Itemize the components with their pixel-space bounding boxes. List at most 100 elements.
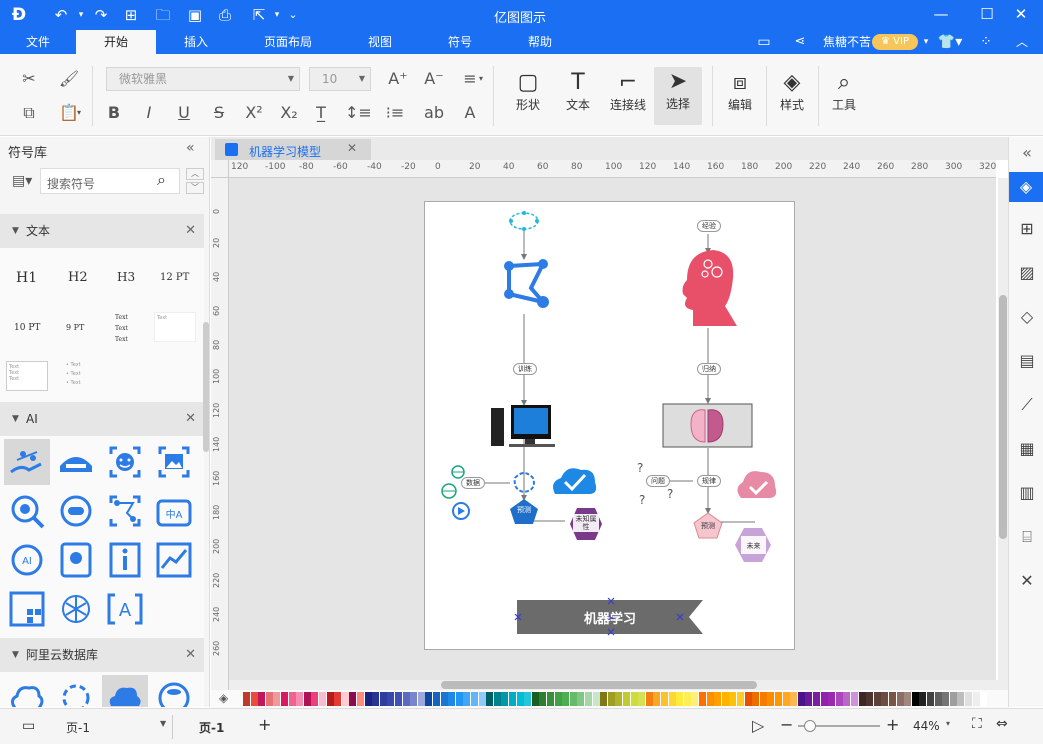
italic-icon[interactable]: I [137, 102, 161, 126]
ai-link-icon[interactable] [53, 488, 99, 534]
color-swatch[interactable] [387, 692, 395, 706]
label-rule[interactable]: 规律 [697, 475, 721, 487]
color-swatch[interactable] [372, 692, 380, 706]
aliyun-network-icon[interactable] [53, 675, 99, 707]
color-swatch[interactable] [562, 692, 570, 706]
color-swatch[interactable] [440, 692, 448, 706]
ai-chart-icon[interactable] [151, 537, 197, 583]
color-swatch[interactable] [448, 692, 456, 706]
add-page-button[interactable]: + [258, 715, 271, 734]
color-swatch[interactable] [691, 692, 699, 706]
label-unknown[interactable]: 未知属性 [573, 515, 599, 531]
expand-panel-icon[interactable]: « [1015, 141, 1039, 165]
diagram-page[interactable]: ? ? ? 训练 数据 预测 未知属性 经验 归纳 问题 规律 预测 未来 机器… [424, 201, 795, 650]
fill-style-icon[interactable]: ◈ [1009, 172, 1043, 202]
graph-node-icon[interactable] [507, 261, 547, 304]
table-icon[interactable]: ▦ [1015, 437, 1039, 461]
vertical-scrollbar-thumb[interactable] [999, 295, 1007, 539]
color-swatch[interactable] [919, 692, 927, 706]
computer-icon[interactable] [491, 405, 555, 447]
text-case-icon[interactable]: ab [422, 102, 446, 126]
print-icon[interactable]: ⎙ [214, 5, 236, 25]
ai-network-icon[interactable] [53, 586, 99, 632]
color-swatch[interactable] [547, 692, 554, 706]
color-swatch[interactable] [797, 692, 805, 706]
color-swatch[interactable] [501, 692, 509, 706]
video-icon[interactable] [452, 502, 470, 520]
color-swatch[interactable] [911, 692, 919, 706]
pink-cloud-check-icon[interactable] [737, 471, 777, 498]
color-swatch[interactable] [927, 692, 934, 706]
color-swatch[interactable] [934, 692, 942, 706]
color-swatch[interactable] [630, 692, 638, 706]
search-input[interactable]: 搜索符号 ⌕ [40, 168, 180, 194]
color-swatch[interactable] [410, 692, 418, 706]
color-swatch[interactable] [767, 692, 775, 706]
font-size-select[interactable]: 10 ▼ [309, 67, 371, 91]
color-swatch[interactable] [813, 692, 820, 706]
share-icon[interactable]: ⋖ [790, 30, 810, 54]
menu-start[interactable]: 开始 [76, 30, 156, 54]
color-swatch[interactable] [417, 692, 425, 706]
aliyun-database-icon[interactable] [151, 675, 197, 707]
color-swatch[interactable] [273, 692, 281, 706]
close-section-icon[interactable]: ✕ [185, 402, 196, 436]
color-swatch[interactable] [364, 692, 372, 706]
user-name[interactable]: 焦糖不苦 [820, 30, 874, 54]
page-tab[interactable]: 页-1 [199, 719, 224, 736]
save-icon[interactable]: ▣ [184, 5, 206, 25]
color-swatch[interactable] [714, 692, 722, 706]
ai-translate-tv-icon[interactable]: 中A [151, 488, 197, 534]
label-training[interactable]: 训练 [513, 363, 537, 375]
style-button[interactable]: ◈ 样式 [770, 68, 814, 112]
bullet-list-icon[interactable]: ⁝≡ [383, 102, 407, 126]
color-swatch[interactable] [752, 692, 760, 706]
color-swatch[interactable] [296, 692, 304, 706]
color-swatch[interactable] [592, 692, 600, 706]
align-dropdown-icon[interactable]: ▾ [476, 68, 486, 92]
color-swatch[interactable] [243, 692, 250, 706]
font-color-icon[interactable]: A [458, 102, 482, 126]
ai-dashboard-icon[interactable] [4, 586, 50, 632]
line-spacing-icon[interactable]: ↕≡ [345, 102, 372, 126]
zoom-out-button[interactable]: − [780, 715, 793, 734]
close-section-icon[interactable]: ✕ [185, 214, 196, 248]
color-swatch[interactable] [653, 692, 661, 706]
color-swatch[interactable] [554, 692, 562, 706]
connector-button[interactable]: ⌐ 连接线 [606, 68, 650, 112]
select-button[interactable]: ➤ 选择 [654, 67, 702, 125]
color-swatch[interactable] [258, 692, 266, 706]
search-icon[interactable]: ⌕ [157, 170, 166, 190]
color-swatch[interactable] [904, 692, 912, 706]
aliyun-cloud-upload-icon[interactable] [102, 675, 148, 707]
color-swatch[interactable] [896, 692, 904, 706]
scroll-up-icon[interactable]: ︿ [186, 168, 204, 180]
close-section-icon[interactable]: ✕ [185, 638, 196, 672]
color-swatch[interactable] [349, 692, 357, 706]
zoom-slider-thumb[interactable] [804, 720, 816, 732]
color-swatch[interactable] [980, 692, 988, 706]
subscript-icon[interactable]: X₂ [277, 102, 301, 126]
color-swatch[interactable] [615, 692, 623, 706]
color-swatch[interactable] [524, 692, 532, 706]
undo-icon[interactable]: ↶ [50, 5, 72, 25]
color-swatch[interactable] [319, 692, 326, 706]
color-swatch[interactable] [311, 692, 319, 706]
color-swatch[interactable] [972, 692, 980, 706]
color-swatch[interactable] [395, 692, 402, 706]
shape-button[interactable]: ▢ 形状 [506, 68, 550, 112]
label-induction[interactable]: 归纳 [697, 363, 721, 375]
color-swatch[interactable] [265, 692, 273, 706]
underline-icon[interactable]: U [172, 102, 196, 126]
close-button[interactable]: ✕ [998, 0, 1043, 30]
color-swatch[interactable] [820, 692, 828, 706]
menu-page-layout[interactable]: 页面布局 [250, 30, 326, 54]
library-menu-icon[interactable]: ▤▾ [12, 173, 32, 189]
color-swatch[interactable] [569, 692, 577, 706]
symbols-grid-icon[interactable]: ⊞ [1015, 217, 1039, 241]
color-swatch[interactable] [873, 692, 881, 706]
label-experience[interactable]: 经验 [697, 220, 721, 232]
symbol-h2[interactable]: H2 [68, 270, 88, 285]
color-swatch[interactable] [843, 692, 851, 706]
aliyun-cloud-icon[interactable] [4, 675, 50, 707]
